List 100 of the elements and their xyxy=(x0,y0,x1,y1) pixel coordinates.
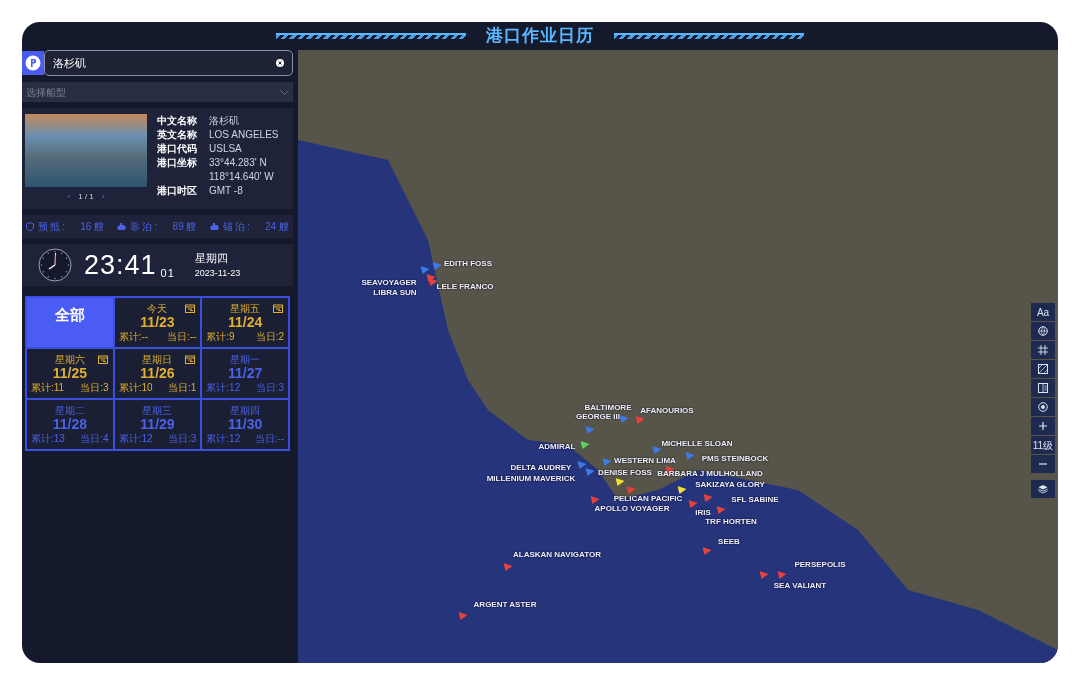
ship-name-label: TRF HORTEN xyxy=(705,518,757,526)
ship-marker[interactable] xyxy=(716,506,726,514)
ship-marker[interactable] xyxy=(688,500,698,508)
shield-icon xyxy=(26,222,34,231)
weekday-label: 星期二 xyxy=(54,405,85,417)
ship-marker[interactable] xyxy=(626,486,636,494)
cumulative-count: 累计:9 xyxy=(206,330,235,342)
daily-count: 当日:2 xyxy=(255,330,284,342)
ship-name-label: LIBRA SUN xyxy=(373,289,417,297)
field-label: 港口坐标 xyxy=(157,156,198,170)
calendar-day-tile[interactable]: 星期五 11/24 累计:9 当日:2 xyxy=(201,297,289,348)
ship-marker[interactable] xyxy=(428,278,438,286)
port-search-field[interactable]: 洛杉矶 xyxy=(44,50,293,76)
ship-name-label: GEORGE III xyxy=(576,413,620,421)
weekday-label: 星期五 xyxy=(230,303,261,315)
daily-count: 当日:3 xyxy=(80,381,109,393)
calendar-day-tile[interactable]: 今天 11/23 累计:-- 当日:-- xyxy=(113,297,202,348)
weekday-label: 星期四 xyxy=(230,405,261,417)
calendar-day-tile[interactable]: 星期二 11/28 累计:13 当日:4 xyxy=(26,399,114,450)
grid-icon[interactable] xyxy=(1038,345,1048,355)
ship-type-select[interactable]: 选择船型 xyxy=(22,82,293,102)
ship-marker[interactable] xyxy=(503,563,513,571)
ship-marker[interactable] xyxy=(585,426,595,434)
panel-layout-icon[interactable] xyxy=(1038,383,1048,393)
hatched-square-icon[interactable] xyxy=(1038,364,1048,374)
zoom-in-icon[interactable] xyxy=(1038,421,1048,431)
next-button[interactable]: › xyxy=(101,191,105,203)
date-label: 11/23 xyxy=(140,314,175,331)
field-value: 洛杉矶 xyxy=(209,114,239,128)
field-label: 中文名称 xyxy=(157,114,198,128)
previous-button[interactable]: ‹ xyxy=(67,191,71,203)
calendar-day-tile[interactable]: 星期一 11/27 累计:12 当日:3 xyxy=(201,348,289,399)
ship-name-label: WESTERN LIMA xyxy=(614,457,676,465)
analog-clock-icon xyxy=(38,248,72,282)
ship-name-label: APOLLO VOYAGER xyxy=(594,505,670,513)
cumulative-count: 累计:10 xyxy=(118,381,153,393)
field-value: LOS ANGELES xyxy=(209,128,279,142)
font-size-button[interactable]: Aa xyxy=(1031,303,1055,321)
date-label: 11/27 xyxy=(228,365,263,382)
ship-marker[interactable] xyxy=(703,494,713,502)
ship-marker[interactable] xyxy=(585,468,595,476)
calendar-day-tile[interactable]: 星期六 11/25 累计:11 当日:3 xyxy=(26,348,114,399)
ship-name-label: LELE FRANCO xyxy=(436,283,494,291)
cumulative-count: 累计:12 xyxy=(206,432,241,444)
globe-icon[interactable] xyxy=(1038,326,1048,336)
calendar-day-tile[interactable]: 星期四 11/30 累计:12 当日:-- xyxy=(201,399,289,450)
ship-name-label: ALASKAN NAVIGATOR xyxy=(513,551,601,559)
stat-label: 锚泊: xyxy=(222,220,252,234)
field-value: 118°14.640' W xyxy=(209,170,274,184)
daily-count: 当日:3 xyxy=(168,432,197,444)
date-label: 11/29 xyxy=(140,416,175,433)
ship-name-label: AFANOURIOS xyxy=(640,407,694,415)
daily-count: 当日:-- xyxy=(166,330,197,342)
page-indicator: 1 / 1 xyxy=(78,191,94,203)
clear-icon[interactable] xyxy=(276,59,284,67)
ship-marker[interactable] xyxy=(685,452,695,460)
calendar-day-tile[interactable]: 星期三 11/29 累计:12 当日:3 xyxy=(113,399,202,450)
ship-marker[interactable] xyxy=(420,266,430,274)
target-icon[interactable] xyxy=(1038,402,1048,412)
ship-marker[interactable] xyxy=(777,571,787,579)
calendar-day-tile[interactable]: 星期日 11/26 累计:10 当日:1 xyxy=(113,348,202,399)
ship-marker[interactable] xyxy=(577,461,587,469)
zoom-level-label: 11级 xyxy=(1031,436,1055,454)
ship-marker[interactable] xyxy=(615,478,625,486)
stat-label: 预抵: xyxy=(38,220,67,234)
daily-count: 当日:-- xyxy=(254,432,284,444)
ship-marker[interactable] xyxy=(635,416,645,424)
ship-marker[interactable] xyxy=(432,262,442,270)
weekday-label: 星期三 xyxy=(142,405,173,417)
ship-marker[interactable] xyxy=(619,415,629,423)
ship-marker[interactable] xyxy=(602,458,612,466)
ship-name-label: BARBARA J MULHOLLAND xyxy=(657,470,763,478)
calendar-all-tile[interactable]: 全部 xyxy=(26,297,114,348)
date-label: 11/30 xyxy=(228,416,263,433)
cumulative-count: 累计:13 xyxy=(31,432,65,444)
ship-icon xyxy=(209,223,219,230)
ship-marker[interactable] xyxy=(759,571,769,579)
ship-name-label: IRIS xyxy=(695,509,711,517)
ship-marker[interactable] xyxy=(590,496,600,504)
daily-count: 当日:1 xyxy=(168,381,197,393)
weekday-label: 今天 xyxy=(147,303,168,315)
ship-name-label: PMS STEINBOCK xyxy=(701,455,769,463)
layers-icon[interactable] xyxy=(1038,484,1048,494)
date-label: 11/24 xyxy=(228,314,263,331)
weekday-label: 星期四 xyxy=(194,251,229,266)
ship-name-label: DELTA AUDREY xyxy=(510,464,572,472)
cumulative-count: 累计:12 xyxy=(206,381,241,393)
date-label: 2023-11-23 xyxy=(194,266,241,280)
ship-marker[interactable] xyxy=(458,612,468,620)
ship-marker[interactable] xyxy=(580,441,590,449)
field-label: 港口时区 xyxy=(157,184,198,198)
ship-marker[interactable] xyxy=(702,547,712,555)
ship-name-label: SFL SABINE xyxy=(731,496,779,504)
weekday-label: 星期一 xyxy=(230,354,261,366)
ship-name-label: SEA VALIANT xyxy=(773,582,827,590)
ship-marker[interactable] xyxy=(652,446,662,454)
ship-name-label: ADMIRAL xyxy=(538,443,576,451)
ship-name-label: PELICAN PACIFIC xyxy=(613,495,683,503)
ship-marker[interactable] xyxy=(677,486,687,494)
stat-count: 89 艘 xyxy=(172,220,197,234)
